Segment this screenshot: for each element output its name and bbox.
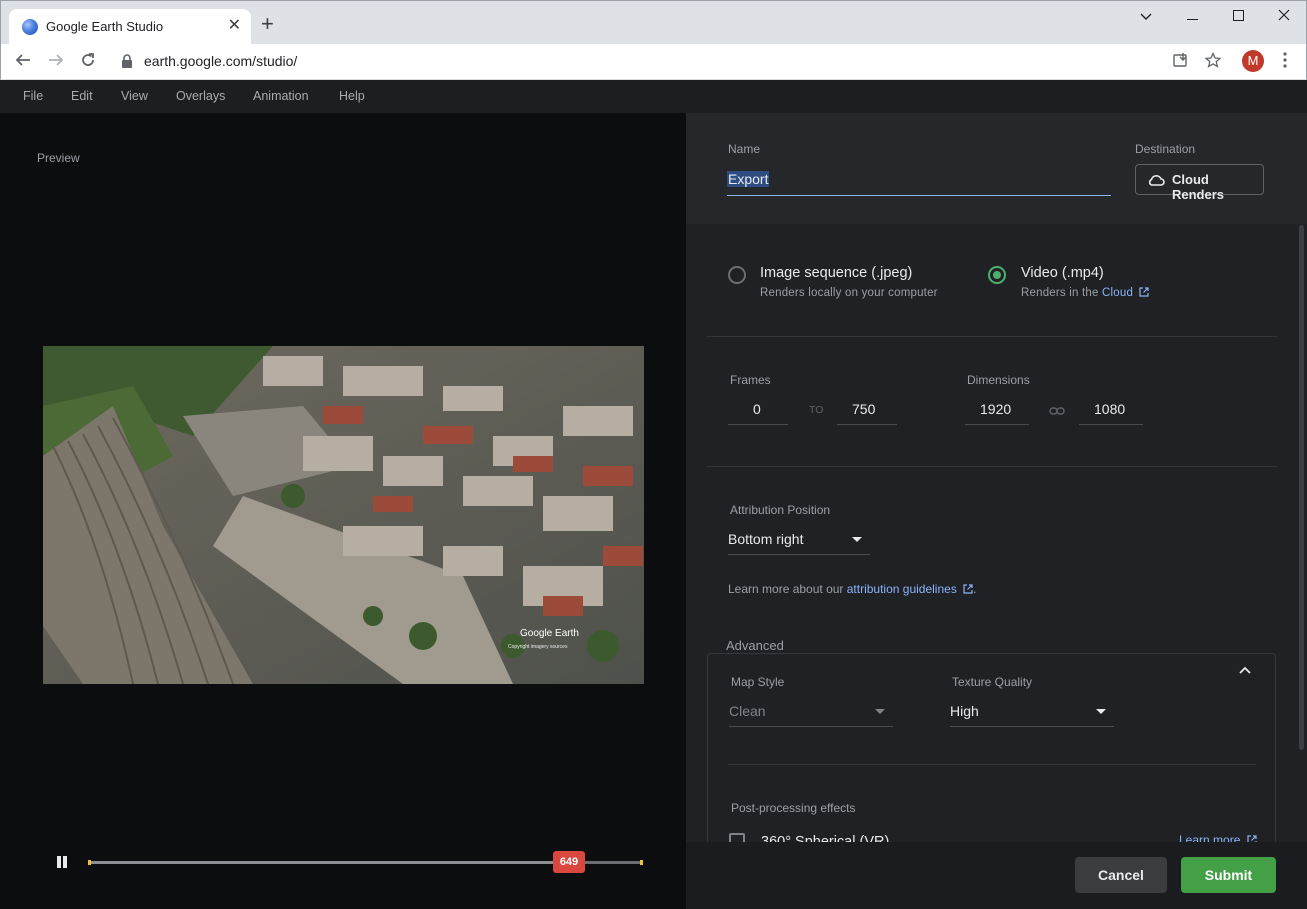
forward-arrow-icon[interactable] bbox=[44, 50, 68, 74]
preview-label: Preview bbox=[37, 151, 80, 165]
browser-titlebar: Google Earth Studio ✕ + bbox=[0, 0, 1307, 45]
export-panel: Name Export Destination Cloud Renders Im… bbox=[686, 113, 1307, 909]
video-subtitle-prefix: Renders in the bbox=[1021, 287, 1102, 299]
post-processing-label: Post-processing effects bbox=[731, 801, 856, 815]
texture-quality-label: Texture Quality bbox=[952, 675, 1033, 689]
timeline-end-marker[interactable] bbox=[640, 860, 643, 865]
avatar[interactable]: M bbox=[1242, 50, 1264, 72]
reload-icon[interactable] bbox=[76, 50, 100, 74]
divider bbox=[707, 466, 1277, 467]
menu-edit[interactable]: Edit bbox=[71, 89, 93, 103]
height-value: 1080 bbox=[1094, 401, 1126, 417]
name-input-value: Export bbox=[727, 171, 770, 187]
maximize-icon[interactable] bbox=[1215, 6, 1261, 28]
external-link-icon bbox=[963, 584, 973, 594]
chevron-up-icon[interactable] bbox=[1239, 664, 1251, 676]
map-style-select[interactable]: Clean bbox=[729, 697, 893, 727]
menu-view[interactable]: View bbox=[121, 89, 148, 103]
submit-button[interactable]: Submit bbox=[1181, 857, 1276, 893]
external-link-icon bbox=[1139, 287, 1150, 297]
image-sequence-subtitle: Renders locally on your computer bbox=[760, 287, 938, 299]
lock-icon[interactable] bbox=[122, 54, 132, 68]
frame-start-value: 0 bbox=[753, 401, 761, 417]
tab-title: Google Earth Studio bbox=[46, 19, 164, 34]
install-app-icon[interactable] bbox=[1169, 50, 1193, 74]
cloud-icon bbox=[1148, 175, 1165, 186]
advanced-label: Advanced bbox=[721, 638, 789, 653]
dropdown-caret-icon bbox=[852, 537, 862, 542]
close-tab-icon[interactable]: ✕ bbox=[228, 17, 241, 35]
video-radio[interactable] bbox=[988, 266, 1006, 284]
aspect-lock-link-icon[interactable] bbox=[1049, 406, 1065, 416]
height-input[interactable]: 1080 bbox=[1079, 395, 1143, 425]
menu-help[interactable]: Help bbox=[339, 89, 365, 103]
google-earth-favicon-icon bbox=[22, 19, 38, 35]
tab-search-icon[interactable] bbox=[1123, 6, 1169, 28]
browser-tab[interactable]: Google Earth Studio ✕ bbox=[9, 9, 251, 45]
menu-overlays[interactable]: Overlays bbox=[176, 89, 225, 103]
browser-menu-icon[interactable] bbox=[1273, 50, 1297, 74]
texture-quality-value: High bbox=[950, 703, 979, 719]
export-header: Name Export Destination Cloud Renders bbox=[686, 113, 1307, 224]
browser-toolbar: earth.google.com/studio/ M bbox=[0, 44, 1307, 80]
app-menubar: File Edit View Overlays Animation Help bbox=[0, 80, 1307, 113]
name-input[interactable]: Export bbox=[727, 166, 1111, 196]
destination-button[interactable]: Cloud Renders bbox=[1135, 164, 1264, 202]
map-style-label: Map Style bbox=[731, 675, 785, 689]
frame-start-input[interactable]: 0 bbox=[728, 395, 788, 425]
frames-to-label: TO bbox=[809, 404, 824, 416]
texture-quality-select[interactable]: High bbox=[950, 697, 1114, 727]
width-input[interactable]: 1920 bbox=[965, 395, 1029, 425]
dropdown-caret-icon bbox=[875, 709, 885, 714]
dimensions-label: Dimensions bbox=[967, 373, 1030, 387]
image-sequence-title: Image sequence (.jpeg) bbox=[760, 265, 913, 281]
minimize-icon[interactable] bbox=[1169, 6, 1215, 28]
video-title: Video (.mp4) bbox=[1021, 265, 1104, 281]
learn-prefix: Learn more about our bbox=[728, 582, 847, 596]
destination-label: Destination bbox=[1135, 142, 1196, 156]
dropdown-caret-icon bbox=[1096, 709, 1106, 714]
destination-value: Cloud Renders bbox=[1172, 172, 1225, 202]
attribution-guidelines-link[interactable]: attribution guidelines bbox=[847, 582, 957, 596]
attribution-learn-text: Learn more about our attribution guideli… bbox=[728, 582, 977, 596]
cancel-button[interactable]: Cancel bbox=[1075, 857, 1167, 893]
timeline-progress bbox=[90, 861, 569, 864]
preview-viewport[interactable]: Google Earth Copyright imagery sources bbox=[43, 346, 644, 684]
new-tab-icon[interactable]: + bbox=[261, 13, 274, 35]
export-footer: Cancel Submit bbox=[686, 842, 1307, 909]
divider bbox=[728, 764, 1256, 765]
divider bbox=[707, 336, 1277, 337]
watermark-text: Google Earth bbox=[520, 628, 579, 639]
video-subtitle: Renders in the Cloud bbox=[1021, 287, 1150, 299]
address-bar[interactable]: earth.google.com/studio/ bbox=[144, 53, 297, 69]
image-sequence-radio[interactable] bbox=[728, 266, 746, 284]
window-close-icon[interactable] bbox=[1261, 6, 1307, 28]
menu-animation[interactable]: Animation bbox=[253, 89, 309, 103]
learn-suffix: . bbox=[973, 582, 977, 596]
aerial-city-image: Google Earth Copyright imagery sources bbox=[43, 346, 644, 684]
width-value: 1920 bbox=[980, 401, 1012, 417]
bookmark-star-icon[interactable] bbox=[1201, 50, 1225, 74]
frame-end-input[interactable]: 750 bbox=[837, 395, 897, 425]
panel-scrollbar[interactable] bbox=[1299, 225, 1304, 750]
menu-file[interactable]: File bbox=[23, 89, 43, 103]
pause-button[interactable] bbox=[56, 856, 68, 868]
timeline-start-marker[interactable] bbox=[88, 860, 91, 865]
map-style-value: Clean bbox=[729, 703, 766, 719]
attribution-value: Bottom right bbox=[728, 531, 804, 547]
current-frame-badge[interactable]: 649 bbox=[553, 851, 585, 873]
frames-label: Frames bbox=[730, 373, 771, 387]
back-arrow-icon[interactable] bbox=[11, 50, 35, 74]
cloud-link[interactable]: Cloud bbox=[1102, 287, 1133, 299]
frame-end-value: 750 bbox=[852, 401, 876, 417]
watermark-sub-text: Copyright imagery sources bbox=[508, 644, 568, 650]
preview-panel: Preview Google Earth Copyright imagery s… bbox=[0, 113, 686, 909]
attribution-select[interactable]: Bottom right bbox=[728, 525, 870, 555]
attribution-label: Attribution Position bbox=[730, 503, 831, 517]
name-label: Name bbox=[728, 142, 761, 156]
screen: Google Earth Studio ✕ + earth.google.com… bbox=[0, 0, 1307, 909]
